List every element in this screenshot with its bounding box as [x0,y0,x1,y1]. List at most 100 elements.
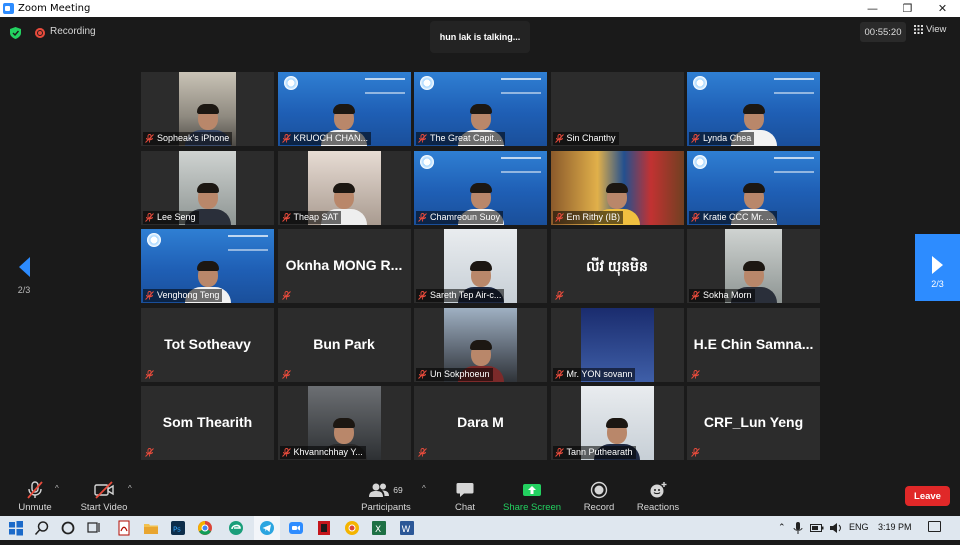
mic-muted-icon [691,212,700,222]
participant-tile[interactable]: Sin Chanthy [550,72,684,146]
participant-name-label: Un Sokphoeun [416,367,493,381]
mic-muted-icon [281,212,291,222]
participant-tile[interactable]: Lee Seng [141,150,274,225]
record-icon [590,481,608,499]
record-button[interactable]: Record [580,480,618,513]
reactions-button[interactable]: Reactions [636,480,680,513]
participant-tile[interactable]: The Great Capit... [414,72,547,146]
excel-icon[interactable]: X [371,520,387,536]
participant-tile[interactable]: Mr. YON sovann [550,307,684,382]
mic-muted-icon [554,369,564,379]
video-off-icon [94,481,114,499]
unmute-button[interactable]: Unmute [14,480,56,513]
minimize-button[interactable]: — [855,0,890,17]
previous-page-button[interactable]: 2/3 [14,257,34,295]
tray-microphone-icon[interactable] [792,521,804,535]
participant-tile[interactable]: Kratie CCC Mr. ... [687,150,820,225]
arrow-left-icon [18,257,30,277]
record-label: Record [583,502,615,513]
participant-tile[interactable]: Sokha Morn [687,229,820,303]
mic-muted-icon [145,291,154,300]
video-options-caret-icon[interactable]: ^ [128,484,132,493]
share-screen-label: Share Screen [503,502,562,513]
participant-tile[interactable]: Tann Puthearath [550,386,684,460]
participants-icon [369,483,390,497]
next-page-button[interactable]: 2/3 [915,234,960,301]
cortana-icon[interactable] [60,520,76,536]
participant-tile[interactable]: Sareth Tep Air-c... [414,229,547,303]
participant-tile[interactable]: Theap SAT [277,150,411,225]
window-titlebar: Zoom Meeting — ❐ ✕ [0,0,960,17]
participant-tile[interactable]: CRF_Lun Yeng [687,386,820,460]
participant-tile[interactable]: លីវ យុនមិន [550,229,684,303]
participant-tile[interactable]: Bun Park [277,307,411,382]
media-app-icon[interactable] [316,520,332,536]
background-banner [774,78,814,94]
participant-display-name: Som Thearith [162,414,253,430]
search-icon[interactable] [34,520,50,536]
taskbar-clock[interactable]: 3:19 PM [878,522,912,532]
chat-button[interactable]: Chat [448,480,482,513]
chrome-icon-2[interactable] [344,520,360,536]
mic-muted-icon [691,134,700,143]
participant-tile[interactable]: Venghong Teng [141,229,274,303]
zoom-taskbar-icon[interactable] [288,520,304,536]
window-controls: — ❐ ✕ [855,0,960,17]
participant-tile[interactable]: KRUOCH CHAN... [277,72,411,146]
participant-tile[interactable]: Som Thearith [141,386,274,460]
view-label: View [926,24,947,35]
leave-button[interactable]: Leave [905,486,950,506]
participant-name-label: Kratie CCC Mr. ... [689,210,777,224]
zoom-app-icon [3,3,14,14]
meeting-toolbar: Unmute ^ Start Video ^ 69 Participants ^ [0,472,960,516]
recording-label[interactable]: Recording [50,26,96,37]
audio-options-caret-icon[interactable]: ^ [55,484,59,493]
participant-tile[interactable]: Un Sokphoeun [414,307,547,382]
participant-tile[interactable]: Em Rithy (IB) [550,150,684,225]
photoshop-icon[interactable]: Ps [170,520,186,536]
volume-icon[interactable] [829,522,843,534]
share-screen-button[interactable]: Share Screen [503,480,561,513]
background-logo-icon [693,154,707,169]
participant-tile[interactable]: H.E Chin Samna... [687,307,820,382]
participant-tile[interactable]: Lynda Chea [687,72,820,146]
mic-muted-icon [691,448,700,457]
close-button[interactable]: ✕ [925,0,960,17]
tray-expand-icon[interactable]: ⌃ [778,522,786,533]
view-button[interactable]: View [914,24,946,35]
participants-button[interactable]: 69 Participants [358,480,414,513]
participant-tile[interactable]: Dara M [414,386,547,460]
task-view-icon[interactable] [86,520,102,536]
recording-icon [35,28,45,38]
notification-center-icon[interactable] [928,521,941,532]
encryption-shield-icon[interactable] [10,27,21,39]
background-logo-icon [420,76,434,90]
participant-tile[interactable]: Tot Sotheavy [141,307,274,382]
pdf-reader-icon[interactable] [116,520,132,536]
mic-muted-icon [281,369,291,379]
participant-tile[interactable]: Sopheak's iPhone [141,72,274,146]
share-screen-icon [523,484,541,496]
telegram-taskbar-item[interactable] [254,516,280,540]
start-video-button[interactable]: Start Video [79,480,129,513]
mic-muted-icon [554,134,564,143]
language-indicator[interactable]: ENG [849,522,869,532]
edge-icon[interactable] [228,520,244,536]
battery-icon[interactable] [810,523,824,533]
background-banner [228,235,268,251]
mic-muted-icon [281,134,291,143]
word-icon[interactable]: W [399,520,415,536]
mic-muted-icon [145,134,154,143]
participants-caret-icon[interactable]: ^ [422,484,426,493]
participant-name-label: KRUOCH CHAN... [279,132,372,145]
windows-start-icon[interactable] [8,520,24,536]
participant-tile[interactable]: Khvannchhay Y... [277,386,411,460]
restore-button[interactable]: ❐ [890,0,925,17]
unmute-label: Unmute [18,502,52,513]
participant-tile[interactable]: Chamreoun Suoy [414,150,547,225]
chrome-icon[interactable] [197,520,213,536]
participant-tile[interactable]: Oknha MONG R... [277,229,411,303]
mic-muted-icon [554,212,564,222]
file-explorer-icon[interactable] [143,520,159,536]
mic-muted-icon [554,448,564,457]
